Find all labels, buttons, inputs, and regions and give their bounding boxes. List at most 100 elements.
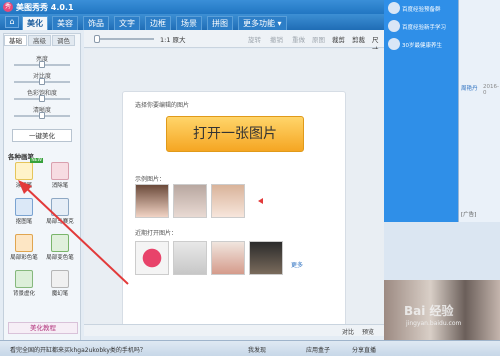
avatar [388, 2, 400, 14]
chat-list: 百度经验预备群 百度经验新手学习 30岁最健康养生 [384, 0, 458, 222]
discover-button[interactable]: 我发现 [248, 345, 266, 354]
magic-pen[interactable]: 魔幻笔 [43, 268, 77, 300]
pen-label: 背景虚化 [12, 291, 35, 297]
tutorial-button[interactable]: 美化教程 [8, 322, 78, 334]
recent-thumb[interactable] [135, 241, 169, 275]
pen-label: 涂鸦笔 [15, 183, 33, 189]
background-blur[interactable]: 背景虚化 [7, 268, 41, 300]
contact-name[interactable]: 周艳丹 [461, 84, 478, 92]
tab-collage[interactable]: 拼图 [207, 16, 233, 30]
brightness-knob[interactable] [39, 61, 45, 68]
magic-wand-icon [51, 270, 69, 288]
preview-photo: Bai 经验 jingyan.baidu.com [384, 280, 500, 340]
mosaic-pen[interactable]: 局部马赛克 [43, 196, 77, 228]
pen-label: 抠图笔 [15, 219, 33, 225]
reset-button[interactable]: 原图 [312, 34, 325, 44]
recent-label: 近期打开图片： [135, 230, 178, 237]
chat-item[interactable]: 30岁最健康养生 [388, 38, 458, 54]
tab-border[interactable]: 边框 [145, 16, 171, 30]
zoom-slider-knob[interactable] [94, 35, 100, 43]
watermark: Bai 经验 [404, 304, 454, 318]
tab-text[interactable]: 文字 [114, 16, 140, 30]
compare-button[interactable]: 对比 [342, 327, 354, 336]
sample-label: 示例图片： [135, 176, 166, 183]
pen-label: 局部马赛克 [46, 219, 74, 225]
app-logo: 秀 [3, 2, 13, 12]
title-bar: 秀 美图秀秀 4.0.1 [0, 0, 384, 14]
select-prompt: 选择你要编辑的图片 [135, 102, 190, 109]
avatar [388, 38, 400, 50]
pen-label: 魔幻笔 [51, 291, 69, 297]
tab-basic[interactable]: 基础 [4, 35, 27, 46]
cut-button[interactable]: 剪裁 [352, 34, 365, 44]
palette-icon [51, 234, 69, 252]
scissors-icon [15, 198, 33, 216]
news-ticker[interactable]: 看完全国的开缸都来买khga2ukobky类的手机吗？ [10, 345, 146, 354]
recent-thumb[interactable] [173, 241, 207, 275]
chat-item[interactable]: 百度经验预备群 [388, 2, 458, 18]
cutout-pen[interactable]: 抠图笔 [7, 196, 41, 228]
share-button[interactable]: 分享直播 [352, 345, 376, 354]
more-link[interactable]: 更多 [291, 260, 303, 269]
crop-button[interactable]: 裁剪 [332, 34, 345, 44]
zoom-slider[interactable] [94, 38, 154, 40]
ad-tag: [广告] [461, 212, 477, 218]
chat-title: 百度经验新手学习 [402, 25, 447, 31]
redo-button[interactable]: 重做 [292, 34, 305, 44]
message-date: 2016-0 [483, 84, 499, 96]
app-box-button[interactable]: 应用盒子 [306, 345, 330, 354]
preview-button[interactable]: 预览 [362, 327, 374, 336]
brush-icon [15, 234, 33, 252]
eraser-icon [51, 162, 69, 180]
red-pointer-mark [258, 198, 263, 204]
app-title: 美图秀秀 4.0.1 [16, 3, 74, 12]
new-badge: NEW [30, 158, 43, 163]
tool-sidebar: 基础 高级 调色 亮度 对比度 色彩饱和度 清晰度 一键美化 各种画笔 NEW … [3, 33, 81, 356]
main-menu: ⌂ 美化 美容 饰品 文字 边框 场景 拼图 更多功能 ▾ [0, 14, 384, 30]
tab-color[interactable]: 调色 [52, 35, 75, 46]
bottom-bar: 看完全国的开缸都来买khga2ukobky类的手机吗？ 我发现 应用盒子 分享直… [0, 340, 500, 356]
avatar [388, 20, 400, 32]
pen-label: 局部变色笔 [46, 255, 74, 261]
one-key-beautify-button[interactable]: 一键美化 [12, 129, 72, 142]
toolbar: 1:1 原大 旋转 撤销 重做 原图 裁剪 剪裁 尺寸 [84, 30, 384, 54]
blur-icon [15, 270, 33, 288]
tab-beauty[interactable]: 美容 [52, 16, 78, 30]
chat-title: 30岁最健康养生 [402, 43, 442, 49]
undo-button[interactable]: 撤销 [270, 34, 283, 44]
open-image-button[interactable]: 打开一张图片 [166, 116, 304, 152]
contrast-knob[interactable] [39, 78, 45, 85]
mosaic-icon [51, 198, 69, 216]
pen-label: 局部彩色笔 [10, 255, 38, 261]
sample-thumb[interactable] [211, 184, 245, 218]
saturation-knob[interactable] [39, 95, 45, 102]
tab-decor[interactable]: 饰品 [83, 16, 109, 30]
sample-thumb[interactable] [173, 184, 207, 218]
canvas-area: 选择你要编辑的图片 打开一张图片 示例图片： 近期打开图片： 更多 [84, 49, 384, 327]
home-icon[interactable]: ⌂ [5, 16, 19, 28]
meitu-window: 秀 美图秀秀 4.0.1 ⌂ 美化 美容 饰品 文字 边框 场景 拼图 更多功能… [0, 0, 384, 356]
open-image-panel: 选择你要编辑的图片 打开一张图片 示例图片： 近期打开图片： 更多 [122, 91, 346, 327]
pen-label: 消除笔 [51, 183, 69, 189]
doodle-pen[interactable]: NEW 涂鸦笔 [7, 158, 43, 192]
tab-advanced[interactable]: 高级 [28, 35, 51, 46]
chat-title: 百度经验预备群 [402, 7, 441, 13]
sample-thumb[interactable] [135, 184, 169, 218]
rotate-button[interactable]: 旋转 [248, 34, 261, 44]
ratio-button[interactable]: 1:1 原大 [160, 34, 186, 44]
tab-scene[interactable]: 场景 [176, 16, 202, 30]
sharpness-knob[interactable] [39, 112, 45, 119]
recolor-pen[interactable]: 局部变色笔 [43, 232, 77, 264]
eraser-pen[interactable]: 消除笔 [43, 160, 77, 192]
chat-item[interactable]: 百度经验新手学习 [388, 20, 458, 36]
status-bar: 对比 预览 [84, 324, 384, 336]
pen-icon [15, 162, 33, 180]
watermark-url: jingyan.baidu.com [406, 320, 462, 327]
recent-thumb[interactable] [249, 241, 283, 275]
tab-more[interactable]: 更多功能 ▾ [238, 16, 287, 30]
local-color-pen[interactable]: 局部彩色笔 [7, 232, 41, 264]
chat-detail: 周艳丹 2016-0 [广告] [458, 0, 500, 222]
recent-thumb[interactable] [211, 241, 245, 275]
tab-beautify[interactable]: 美化 [22, 16, 48, 30]
sidebar-tabs: 基础 高级 调色 [4, 34, 80, 46]
